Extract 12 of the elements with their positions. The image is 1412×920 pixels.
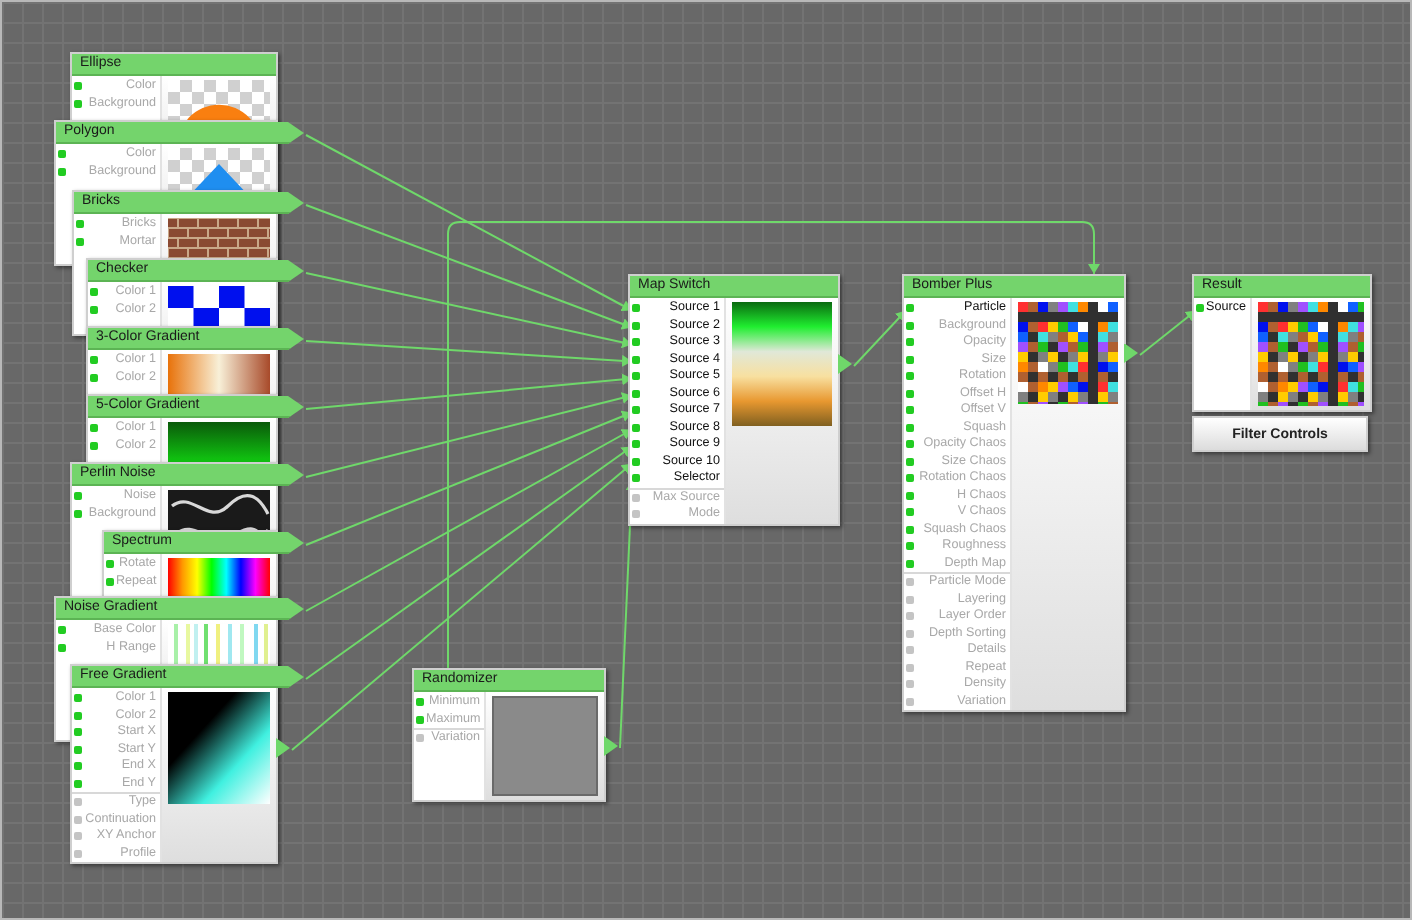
preview-thumbnail [168, 692, 270, 804]
input-port[interactable] [416, 734, 424, 743]
output-port[interactable] [1124, 343, 1138, 363]
output-port[interactable] [838, 354, 852, 374]
preview-thumbnail [492, 696, 598, 796]
output-port[interactable] [276, 738, 290, 758]
wire [1139, 309, 1197, 356]
preview-thumbnail [732, 302, 832, 426]
output-port[interactable] [604, 736, 618, 756]
preview-thumbnail [1018, 302, 1118, 404]
preview-thumbnail [1258, 302, 1364, 406]
input-port[interactable] [1196, 304, 1204, 313]
